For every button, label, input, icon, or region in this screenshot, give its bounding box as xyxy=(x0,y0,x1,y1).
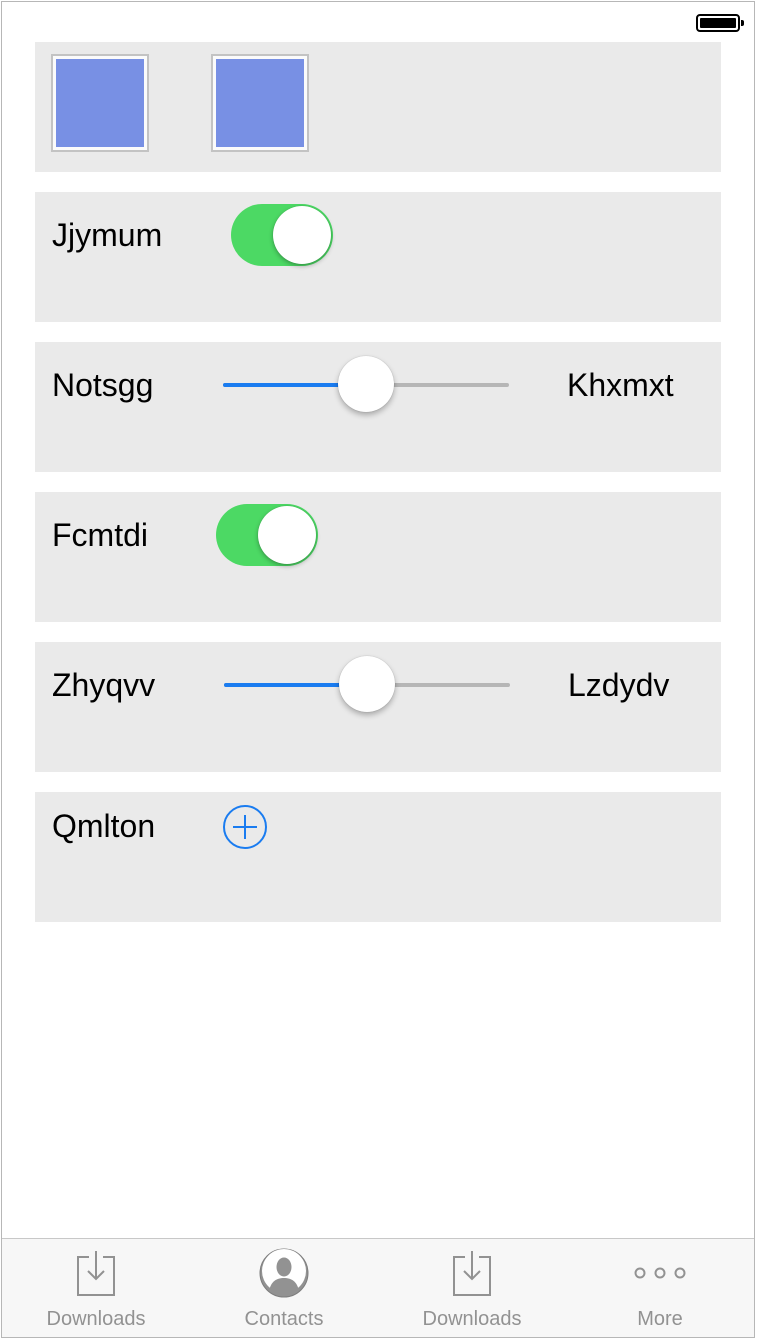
slider-label: Notsgg xyxy=(52,367,154,403)
more-dots-icon[interactable] xyxy=(634,1247,686,1299)
toggle-label: Jjymum xyxy=(52,217,163,253)
slider-trailing-label: Lzdydv xyxy=(568,667,670,703)
contact-person-icon[interactable] xyxy=(258,1247,310,1299)
toggle-switch[interactable] xyxy=(216,504,318,566)
add-row-qmlton: Qmlton xyxy=(35,792,721,922)
tab-downloads[interactable]: Downloads xyxy=(2,1239,190,1337)
tab-more[interactable]: More xyxy=(566,1239,754,1337)
slider-label: Zhyqvv xyxy=(52,667,156,703)
tab-downloads-2[interactable]: Downloads xyxy=(378,1239,566,1337)
slider[interactable] xyxy=(223,355,509,415)
tab-bar: Downloads Contacts Downloads More xyxy=(2,1238,754,1337)
slider[interactable] xyxy=(224,655,510,715)
add-circle-icon[interactable] xyxy=(222,804,268,850)
tab-label: More xyxy=(637,1308,683,1330)
toggle-switch[interactable] xyxy=(231,204,333,266)
slider-row-notsgg: Notsgg Khxmxt xyxy=(35,342,721,472)
color-swatch-2[interactable] xyxy=(211,54,309,152)
tab-contacts[interactable]: Contacts xyxy=(190,1239,378,1337)
tab-label: Downloads xyxy=(46,1308,146,1330)
tab-label: Downloads xyxy=(422,1308,522,1330)
color-swatch-1[interactable] xyxy=(51,54,149,152)
slider-thumb[interactable] xyxy=(338,356,394,412)
battery-icon xyxy=(696,14,744,32)
slider-trailing-label: Khxmxt xyxy=(567,367,674,403)
toggle-knob[interactable] xyxy=(258,506,316,564)
toggle-row-fcmtdi: Fcmtdi xyxy=(35,492,721,622)
toggle-knob[interactable] xyxy=(273,206,331,264)
swatch-row xyxy=(35,42,721,172)
slider-row-zhyqvv: Zhyqvv Lzdydv xyxy=(35,642,721,772)
tab-label: Contacts xyxy=(244,1308,324,1330)
toggle-label: Fcmtdi xyxy=(52,517,148,553)
app-screen: Jjymum Notsgg Khxmxt Fcmtdi Zhyqvv Lzdyd… xyxy=(1,1,755,1338)
add-label: Qmlton xyxy=(52,808,156,844)
toggle-row-jjymum: Jjymum xyxy=(35,192,721,322)
download-tray-icon[interactable] xyxy=(70,1247,122,1299)
download-tray-icon[interactable] xyxy=(446,1247,498,1299)
slider-thumb[interactable] xyxy=(339,656,395,712)
